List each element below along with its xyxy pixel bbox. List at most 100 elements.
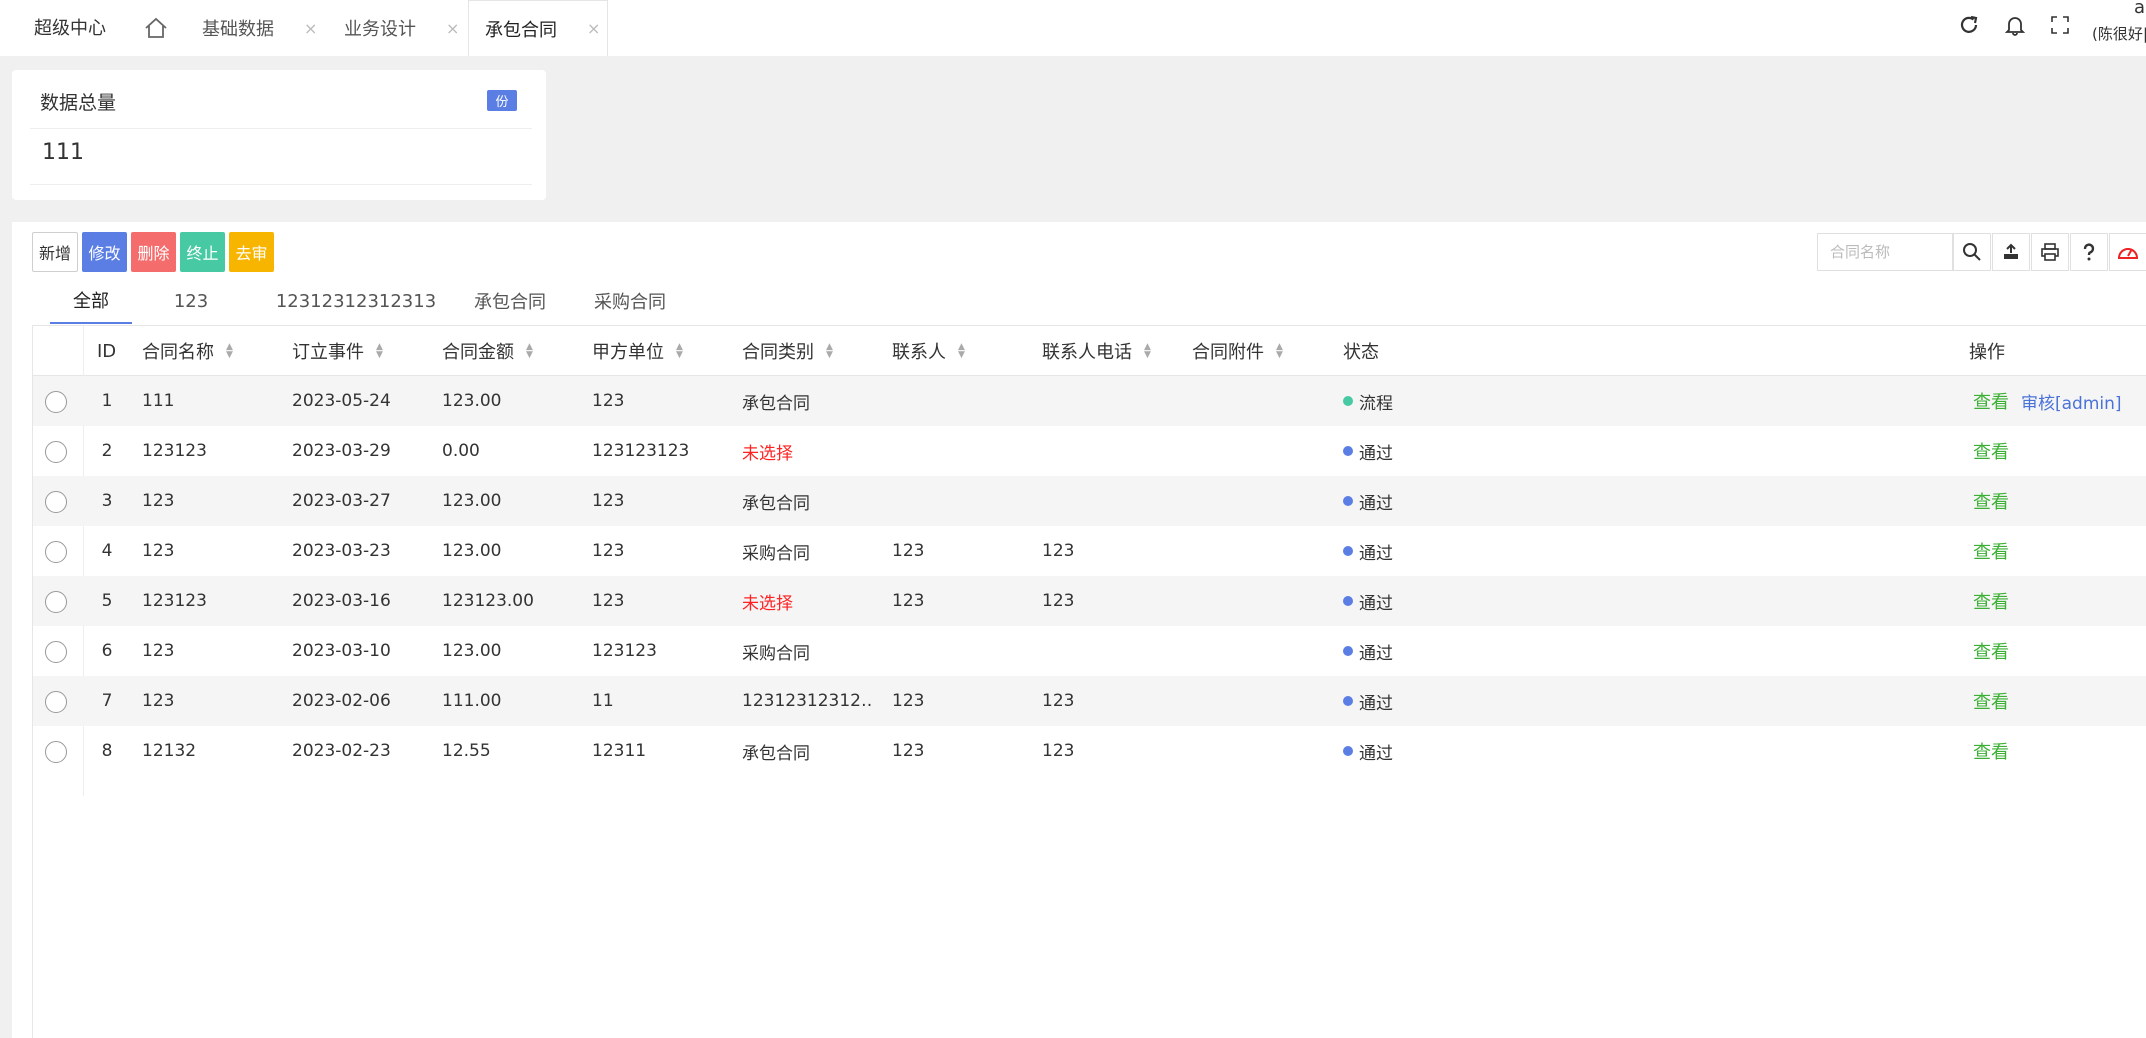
table-row[interactable]: 4 123 2023-03-23 123.00 123 采购合同 123 123 通过 查看 [33, 526, 2146, 576]
row-select-radio[interactable] [45, 591, 67, 613]
table-row[interactable]: 1 111 2023-05-24 123.00 123 承包合同 流程 查看 审核[admin] [33, 376, 2146, 426]
search-button[interactable] [1953, 233, 1991, 271]
sort-icon[interactable]: ▲ ▼ [1144, 343, 1151, 360]
tab-basic-data[interactable]: 基础数据 × [188, 0, 320, 56]
edit-button[interactable]: 修改 [82, 232, 127, 272]
view-link[interactable]: 查看 [1973, 638, 2009, 664]
subtab-123[interactable]: 123 [150, 278, 232, 324]
cell-name: 123 [142, 641, 175, 661]
view-link[interactable]: 查看 [1973, 438, 2009, 464]
fullscreen-icon[interactable] [2050, 15, 2070, 35]
add-button[interactable]: 新增 [32, 232, 78, 272]
cell-amount: 123.00 [442, 391, 502, 411]
sort-icon[interactable]: ▲ ▼ [376, 343, 383, 360]
table-row[interactable]: 5 123123 2023-03-16 123123.00 123 未选择 123 123 通过… [33, 576, 2146, 626]
row-select-radio[interactable] [45, 641, 67, 663]
audit-link[interactable]: 审核[admin] [2021, 389, 2122, 414]
status-text: 通过 [1359, 543, 1393, 564]
status-badge: 通过 [1343, 526, 1393, 576]
dashboard-button[interactable] [2109, 233, 2146, 271]
column-header-type[interactable]: 合同类别 ▲ ▼ [742, 326, 833, 376]
user-info[interactable]: ac (陈很好| [2082, 0, 2146, 56]
status-text: 通过 [1359, 593, 1393, 614]
row-select-radio[interactable] [45, 391, 67, 413]
table-header: ID 合同名称 ▲ ▼ 订立事件 ▲ ▼ 合同金额 ▲ ▼ 甲方单位 ▲ ▼ 合同类别 ▲ ▼ 联系… [33, 326, 2146, 376]
cell-contact: 123 [892, 691, 925, 711]
row-actions: 查看 审核[admin] [1973, 376, 2122, 426]
column-header-amount[interactable]: 合同金额 ▲ ▼ [442, 326, 533, 376]
sort-icon[interactable]: ▲ ▼ [226, 343, 233, 360]
column-header-attachment[interactable]: 合同附件 ▲ ▼ [1192, 326, 1283, 376]
cell-name: 123 [142, 691, 175, 711]
column-header-party[interactable]: 甲方单位 ▲ ▼ [592, 326, 683, 376]
view-link[interactable]: 查看 [1973, 588, 2009, 614]
cell-party: 11 [592, 691, 614, 711]
view-link[interactable]: 查看 [1973, 388, 2009, 414]
column-header-contact[interactable]: 联系人 ▲ ▼ [892, 326, 965, 376]
close-icon[interactable]: × [587, 19, 600, 38]
subtab-all[interactable]: 全部 [50, 278, 132, 324]
row-actions: 查看 [1973, 726, 2009, 776]
row-select-radio[interactable] [45, 441, 67, 463]
cell-id: 6 [101, 641, 113, 661]
review-button[interactable]: 去审 [229, 232, 274, 272]
view-link[interactable]: 查看 [1973, 738, 2009, 764]
cell-name: 12132 [142, 741, 197, 761]
refresh-icon[interactable] [1958, 14, 1980, 36]
terminate-button[interactable]: 终止 [180, 232, 225, 272]
column-header-name[interactable]: 合同名称 ▲ ▼ [142, 326, 233, 376]
column-header-actions: 操作 [1969, 342, 2005, 363]
column-header-date[interactable]: 订立事件 ▲ ▼ [292, 326, 383, 376]
contracts-table: ID 合同名称 ▲ ▼ 订立事件 ▲ ▼ 合同金额 ▲ ▼ 甲方单位 ▲ ▼ 合同类别 ▲ ▼ 联系… [32, 325, 2146, 1038]
bell-icon[interactable] [2004, 14, 2026, 36]
view-link[interactable]: 查看 [1973, 538, 2009, 564]
view-link[interactable]: 查看 [1973, 688, 2009, 714]
cell-date: 2023-03-23 [292, 541, 391, 561]
table-row[interactable]: 3 123 2023-03-27 123.00 123 承包合同 通过 查看 [33, 476, 2146, 526]
print-button[interactable] [2031, 233, 2069, 271]
sort-icon[interactable]: ▲ ▼ [826, 343, 833, 360]
sort-icon[interactable]: ▲ ▼ [1276, 343, 1283, 360]
top-bar: 超级中心 基础数据 × 业务设计 × 承包合同 × ac (陈很好| [0, 0, 2146, 56]
column-header-phone[interactable]: 联系人电话 ▲ ▼ [1042, 326, 1151, 376]
cell-type: 未选择 [742, 593, 793, 614]
subtab-purchase[interactable]: 采购合同 [580, 278, 680, 324]
help-button[interactable] [2070, 233, 2108, 271]
search-input[interactable] [1817, 233, 1953, 271]
sort-icon[interactable]: ▲ ▼ [526, 343, 533, 360]
status-text: 通过 [1359, 443, 1393, 464]
delete-button[interactable]: 删除 [131, 232, 176, 272]
tab-business-design[interactable]: 业务设计 × [330, 0, 462, 56]
row-select-radio[interactable] [45, 691, 67, 713]
home-icon[interactable] [144, 17, 168, 39]
view-link[interactable]: 查看 [1973, 488, 2009, 514]
table-row[interactable]: 2 123123 2023-03-29 0.00 123123123 未选择 通过 查看 [33, 426, 2146, 476]
cell-date: 2023-02-06 [292, 691, 391, 711]
cell-amount: 123.00 [442, 641, 502, 661]
sort-icon[interactable]: ▲ ▼ [676, 343, 683, 360]
table-row[interactable]: 7 123 2023-02-06 111.00 11 12312312312… 123 123… [33, 676, 2146, 726]
close-icon[interactable]: × [304, 19, 317, 38]
row-select-radio[interactable] [45, 541, 67, 563]
cell-amount: 123.00 [442, 491, 502, 511]
subtab-contract[interactable]: 承包合同 [460, 278, 560, 324]
cell-party: 123 [592, 391, 625, 411]
cell-id: 1 [101, 391, 113, 411]
row-select-radio[interactable] [45, 491, 67, 513]
cell-party: 12311 [592, 741, 647, 761]
status-text: 通过 [1359, 693, 1393, 714]
sort-icon[interactable]: ▲ ▼ [958, 343, 965, 360]
cell-type: 承包合同 [742, 493, 810, 514]
cell-amount: 111.00 [442, 691, 502, 711]
close-icon[interactable]: × [446, 19, 459, 38]
tab-label: 业务设计 [344, 19, 416, 40]
tab-contract[interactable]: 承包合同 × [468, 0, 608, 56]
tab-label: 基础数据 [202, 19, 274, 40]
table-row[interactable]: 8 12132 2023-02-23 12.55 12311 承包合同 123 123 通过 查看 [33, 726, 2146, 776]
row-select-radio[interactable] [45, 741, 67, 763]
export-button[interactable] [1992, 233, 2030, 271]
column-label: 合同类别 [742, 342, 814, 363]
stat-title: 数据总量 [40, 92, 117, 114]
subtab-12312312312313[interactable]: 12312312312313 [276, 278, 436, 324]
table-row[interactable]: 6 123 2023-03-10 123.00 123123 采购合同 通过 查看 [33, 626, 2146, 676]
